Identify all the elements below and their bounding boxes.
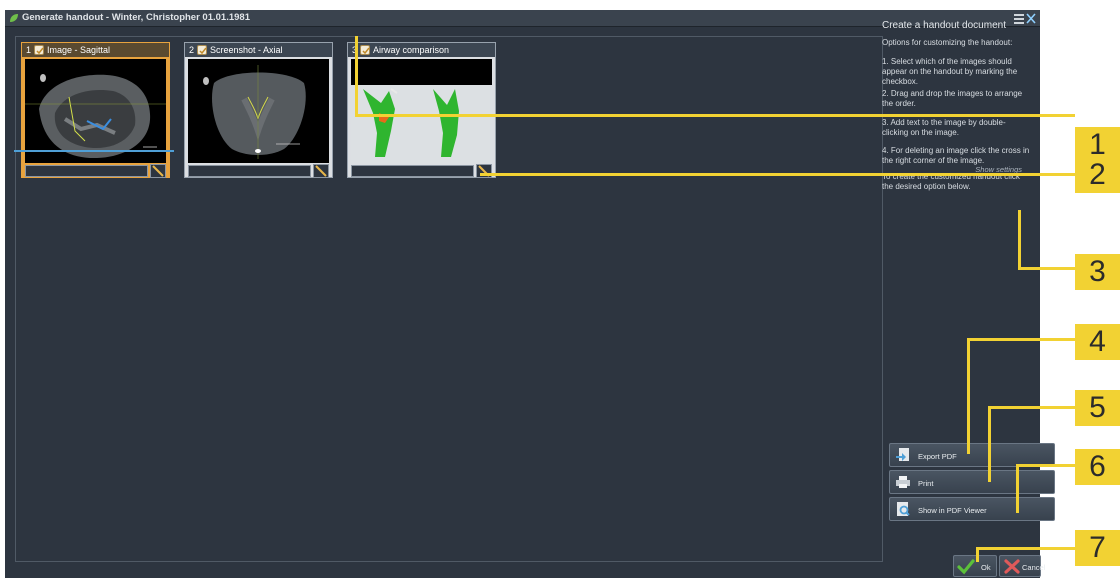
card-header: 2 Screenshot - Axial bbox=[185, 43, 332, 57]
instruction-step: 1. Select which of the images should app… bbox=[882, 57, 1018, 86]
card-title: Screenshot - Axial bbox=[210, 45, 283, 55]
callout-5: 5 bbox=[1075, 390, 1120, 426]
sagittal-image[interactable] bbox=[25, 59, 166, 163]
ok-label: Ok bbox=[981, 563, 991, 572]
edit-pencil-icon[interactable] bbox=[313, 164, 329, 178]
edit-pencil-icon[interactable] bbox=[150, 164, 166, 178]
instruction-step: 3. Add text to the image by double-click… bbox=[882, 118, 1006, 137]
ok-checkmark-icon bbox=[957, 559, 975, 575]
handout-card-axial[interactable]: 2 Screenshot - Axial bbox=[184, 42, 333, 178]
checkmark-icon bbox=[362, 47, 370, 55]
include-checkbox[interactable] bbox=[197, 45, 207, 55]
panel-subtitle: Options for customizing the handout: bbox=[882, 38, 1013, 47]
drop-indicator bbox=[14, 150, 174, 152]
callout-2: 2 bbox=[1075, 157, 1120, 193]
callout-4: 4 bbox=[1075, 324, 1120, 360]
callout-leader-6 bbox=[1016, 465, 1019, 513]
callout-6: 6 bbox=[1075, 449, 1120, 485]
card-title: Image - Sagittal bbox=[47, 45, 111, 55]
show-in-pdf-viewer-label: Show in PDF Viewer bbox=[918, 506, 987, 515]
card-header: 3 Airway comparison bbox=[348, 43, 495, 57]
caption-input[interactable] bbox=[25, 165, 148, 177]
panel-title: Create a handout document bbox=[882, 20, 1006, 31]
card-number: 1 bbox=[26, 45, 32, 55]
pdf-viewer-icon bbox=[897, 502, 910, 516]
callout-leader-7 bbox=[976, 547, 1075, 550]
callout-leader-5 bbox=[988, 407, 991, 482]
include-checkbox[interactable] bbox=[34, 45, 44, 55]
callout-leader-7 bbox=[976, 548, 979, 562]
cancel-label: Cancel bbox=[1022, 563, 1046, 572]
print-button[interactable]: Print bbox=[889, 470, 1055, 494]
airway-comparison-image[interactable] bbox=[351, 59, 492, 163]
handout-card-airway[interactable]: 3 Airway comparison bbox=[347, 42, 496, 178]
ok-button[interactable]: Ok bbox=[953, 555, 997, 577]
print-label: Print bbox=[918, 479, 934, 488]
callout-leader-4 bbox=[967, 338, 1075, 341]
export-pdf-label: Export PDF bbox=[918, 452, 957, 461]
callout-leader-1 bbox=[355, 36, 358, 116]
pdf-export-icon bbox=[896, 448, 909, 461]
window-controls-icon[interactable] bbox=[1014, 13, 1036, 24]
callout-leader-5 bbox=[988, 406, 1075, 409]
callout-leader-3 bbox=[1018, 267, 1075, 270]
caption-input[interactable] bbox=[188, 165, 311, 177]
callout-leader-6 bbox=[1016, 464, 1075, 467]
include-checkbox[interactable] bbox=[360, 45, 370, 55]
window-title: Generate handout - Winter, Christopher 0… bbox=[22, 12, 250, 23]
handout-card-sagittal[interactable]: 1 Image - Sagittal bbox=[21, 42, 170, 178]
callout-leader-4 bbox=[967, 339, 970, 454]
instruction-step: 4. For deleting an image click the cross… bbox=[882, 146, 1030, 165]
callout-3: 3 bbox=[1075, 254, 1120, 290]
callout-leader-2 bbox=[480, 173, 1075, 176]
cancel-cross-icon bbox=[1004, 559, 1020, 574]
printer-icon bbox=[896, 476, 910, 488]
card-number: 2 bbox=[189, 45, 195, 55]
card-header: 1 Image - Sagittal bbox=[22, 43, 169, 57]
green-leaf-icon bbox=[10, 14, 18, 22]
callout-7: 7 bbox=[1075, 530, 1120, 566]
checkmark-icon bbox=[199, 47, 207, 55]
callout-leader-3 bbox=[1018, 210, 1021, 268]
caption-input[interactable] bbox=[351, 165, 474, 177]
show-in-pdf-viewer-button[interactable]: Show in PDF Viewer bbox=[889, 497, 1055, 521]
instruction-step: 2. Drag and drop the images to arrange t… bbox=[882, 89, 1023, 108]
cancel-button[interactable]: Cancel bbox=[999, 555, 1045, 577]
axial-image[interactable] bbox=[188, 59, 329, 163]
card-title: Airway comparison bbox=[373, 45, 450, 55]
checkmark-icon bbox=[36, 47, 44, 55]
callout-leader-1 bbox=[355, 114, 1075, 117]
